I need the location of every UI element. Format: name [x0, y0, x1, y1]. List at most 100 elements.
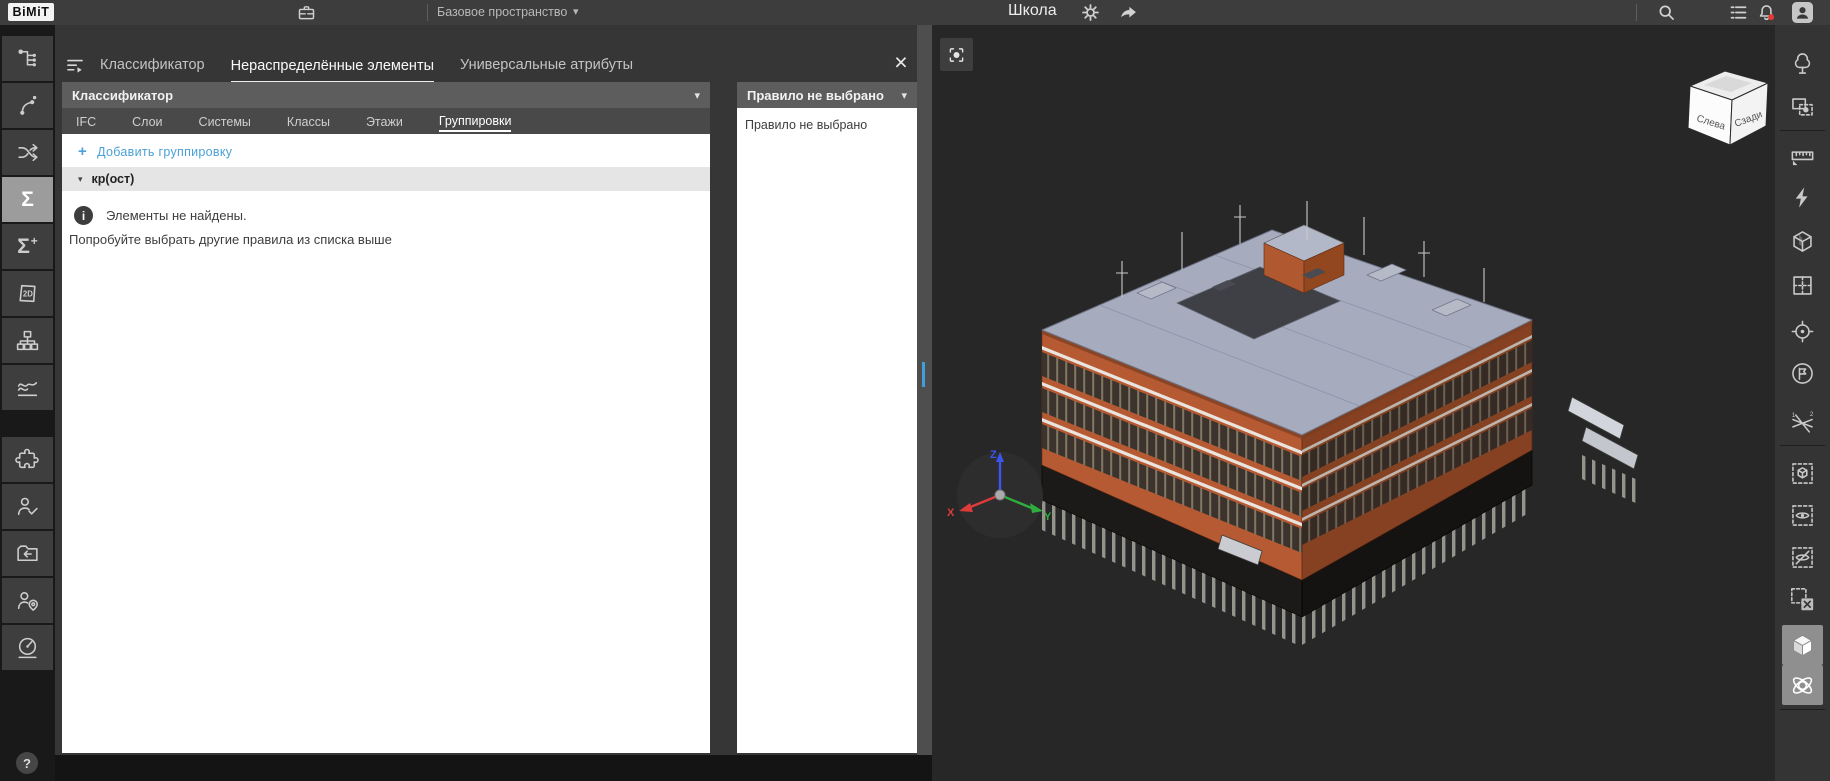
shuffle-button[interactable] — [2, 130, 53, 175]
hide-eye-icon — [1789, 544, 1816, 571]
classifier-subtabs: IFC Слои Системы Классы Этажи Группировк… — [62, 108, 710, 134]
flash-section-button[interactable] — [1782, 177, 1823, 217]
topbar-divider — [1636, 4, 1637, 21]
focus-icon — [946, 44, 967, 66]
show-selection-button[interactable] — [1782, 495, 1823, 535]
plus-icon: + — [78, 143, 87, 160]
panel-tabs: Классификатор Нераспределённые элементы … — [100, 39, 633, 83]
toolbar-divider — [1780, 130, 1825, 131]
dashboard-gauge-button[interactable] — [2, 625, 53, 670]
section-box-button[interactable] — [1782, 221, 1823, 261]
shaded-cube-icon — [1789, 632, 1816, 659]
connections-icon — [15, 93, 40, 118]
show-eye-icon — [1789, 502, 1816, 529]
collapse-panel-icon[interactable] — [65, 56, 85, 76]
classifier-dropdown-label: Классификатор — [72, 88, 173, 103]
floor-plan-button[interactable] — [1782, 265, 1823, 305]
user-location-button[interactable] — [2, 578, 53, 623]
orbit-mode-button[interactable] — [1782, 665, 1823, 705]
subtab-classes[interactable]: Классы — [287, 111, 330, 131]
shaded-view-button[interactable] — [1782, 625, 1823, 665]
settings-gear-icon[interactable] — [1080, 2, 1101, 23]
classifier-tree-button[interactable] — [2, 36, 53, 81]
classifier-dropdown[interactable]: Классификатор ▾ — [62, 82, 710, 108]
app-logo[interactable]: BiMiT — [8, 3, 54, 21]
locate-button[interactable] — [1782, 311, 1823, 351]
plugins-button[interactable] — [2, 437, 53, 482]
hide-selection-button[interactable] — [1782, 537, 1823, 577]
sum-button[interactable]: Σ — [2, 177, 53, 222]
isolate-box-icon — [1789, 460, 1816, 487]
subtab-ifc[interactable]: IFC — [76, 111, 96, 131]
classifier-content: + Добавить группировку ▾ кр(ост) i Элеме… — [62, 134, 710, 753]
ruler-icon — [1789, 142, 1816, 169]
flag-icon — [1789, 360, 1816, 387]
orbit-icon — [1789, 672, 1816, 699]
workspace-selector[interactable]: Базовое пространство — [437, 5, 567, 19]
panel-resizer[interactable] — [917, 25, 932, 755]
subtab-systems[interactable]: Системы — [199, 111, 251, 131]
empty-title: Элементы не найдены. — [106, 208, 247, 223]
org-chart-button[interactable] — [2, 318, 53, 363]
z-axis-label: Z — [990, 449, 997, 461]
help-button[interactable]: ? — [16, 752, 38, 774]
chevron-down-icon[interactable]: ▾ — [573, 5, 579, 18]
tab-classifier[interactable]: Классификатор — [100, 57, 205, 83]
flash-icon — [1789, 184, 1816, 211]
view-cube[interactable]: Слева Сзади — [1680, 59, 1775, 151]
drawing-2d-button[interactable]: 2D — [2, 271, 53, 316]
list-menu-icon[interactable] — [1728, 2, 1749, 23]
rule-content: Правило не выбрано — [737, 108, 917, 753]
grouping-row[interactable]: ▾ кр(ост) — [62, 167, 710, 191]
add-grouping-label: Добавить группировку — [97, 145, 232, 159]
search-icon[interactable] — [1656, 2, 1677, 23]
tree-tool-button[interactable] — [1782, 43, 1823, 83]
drawing-2d-icon: 2D — [15, 281, 40, 306]
user-location-icon — [15, 588, 40, 613]
axis-gizmo[interactable]: Z X Y — [940, 443, 1060, 553]
puzzle-icon — [15, 447, 40, 472]
subtab-layers[interactable]: Слои — [132, 111, 162, 131]
briefcase-icon[interactable] — [296, 2, 317, 23]
folder-export-icon — [15, 541, 40, 566]
subtab-groupings[interactable]: Группировки — [439, 110, 512, 132]
add-grouping-button[interactable]: + Добавить группировку — [62, 134, 710, 167]
collapse-caret-icon: ▾ — [78, 174, 83, 185]
section-line-1-label: 1 — [1792, 411, 1796, 418]
viewport-3d[interactable]: Слева Сзади Z X Y — [932, 25, 1775, 781]
notification-badge — [1768, 14, 1774, 20]
toolbar-divider — [1780, 445, 1825, 446]
rule-body-text: Правило не выбрано — [737, 108, 917, 142]
toolbar-divider — [1780, 709, 1825, 710]
capture-selection-button[interactable] — [1782, 87, 1823, 127]
focus-selection-button[interactable] — [940, 38, 973, 71]
project-title: Школа — [1008, 2, 1057, 20]
user-check-button[interactable] — [2, 484, 53, 529]
clear-selection-button[interactable] — [1782, 579, 1823, 619]
close-panel-icon[interactable]: × — [889, 51, 913, 75]
chevron-down-icon: ▾ — [901, 89, 907, 102]
rule-dropdown[interactable]: Правило не выбрано ▾ — [737, 82, 917, 108]
measure-ruler-button[interactable] — [1782, 135, 1823, 175]
tab-unallocated-elements[interactable]: Нераспределённые элементы — [231, 58, 434, 84]
sum-add-button[interactable]: Σ+ — [2, 224, 53, 269]
notifications-bell-icon[interactable] — [1756, 2, 1777, 23]
building-model[interactable] — [932, 25, 1775, 781]
y-axis-label: Y — [1044, 511, 1052, 523]
resizer-handle[interactable] — [922, 362, 925, 387]
flag-button[interactable] — [1782, 353, 1823, 393]
section-lines-button[interactable]: 12 — [1782, 403, 1823, 443]
sigma-plus-icon: Σ — [17, 236, 30, 257]
trend-chart-button[interactable] — [2, 365, 53, 410]
clear-selection-icon — [1789, 586, 1816, 613]
connections-button[interactable] — [2, 83, 53, 128]
topbar: BiMiT Базовое пространство ▾ Школа — [0, 0, 1830, 26]
info-icon: i — [74, 206, 93, 225]
isolate-selection-button[interactable] — [1782, 453, 1823, 493]
user-avatar-icon[interactable] — [1792, 2, 1813, 23]
tab-universal-attributes[interactable]: Универсальные атрибуты — [460, 57, 633, 83]
folder-export-button[interactable] — [2, 531, 53, 576]
grouping-label: кр(ост) — [92, 172, 135, 186]
subtab-floors[interactable]: Этажи — [366, 111, 403, 131]
share-icon[interactable] — [1118, 2, 1139, 23]
